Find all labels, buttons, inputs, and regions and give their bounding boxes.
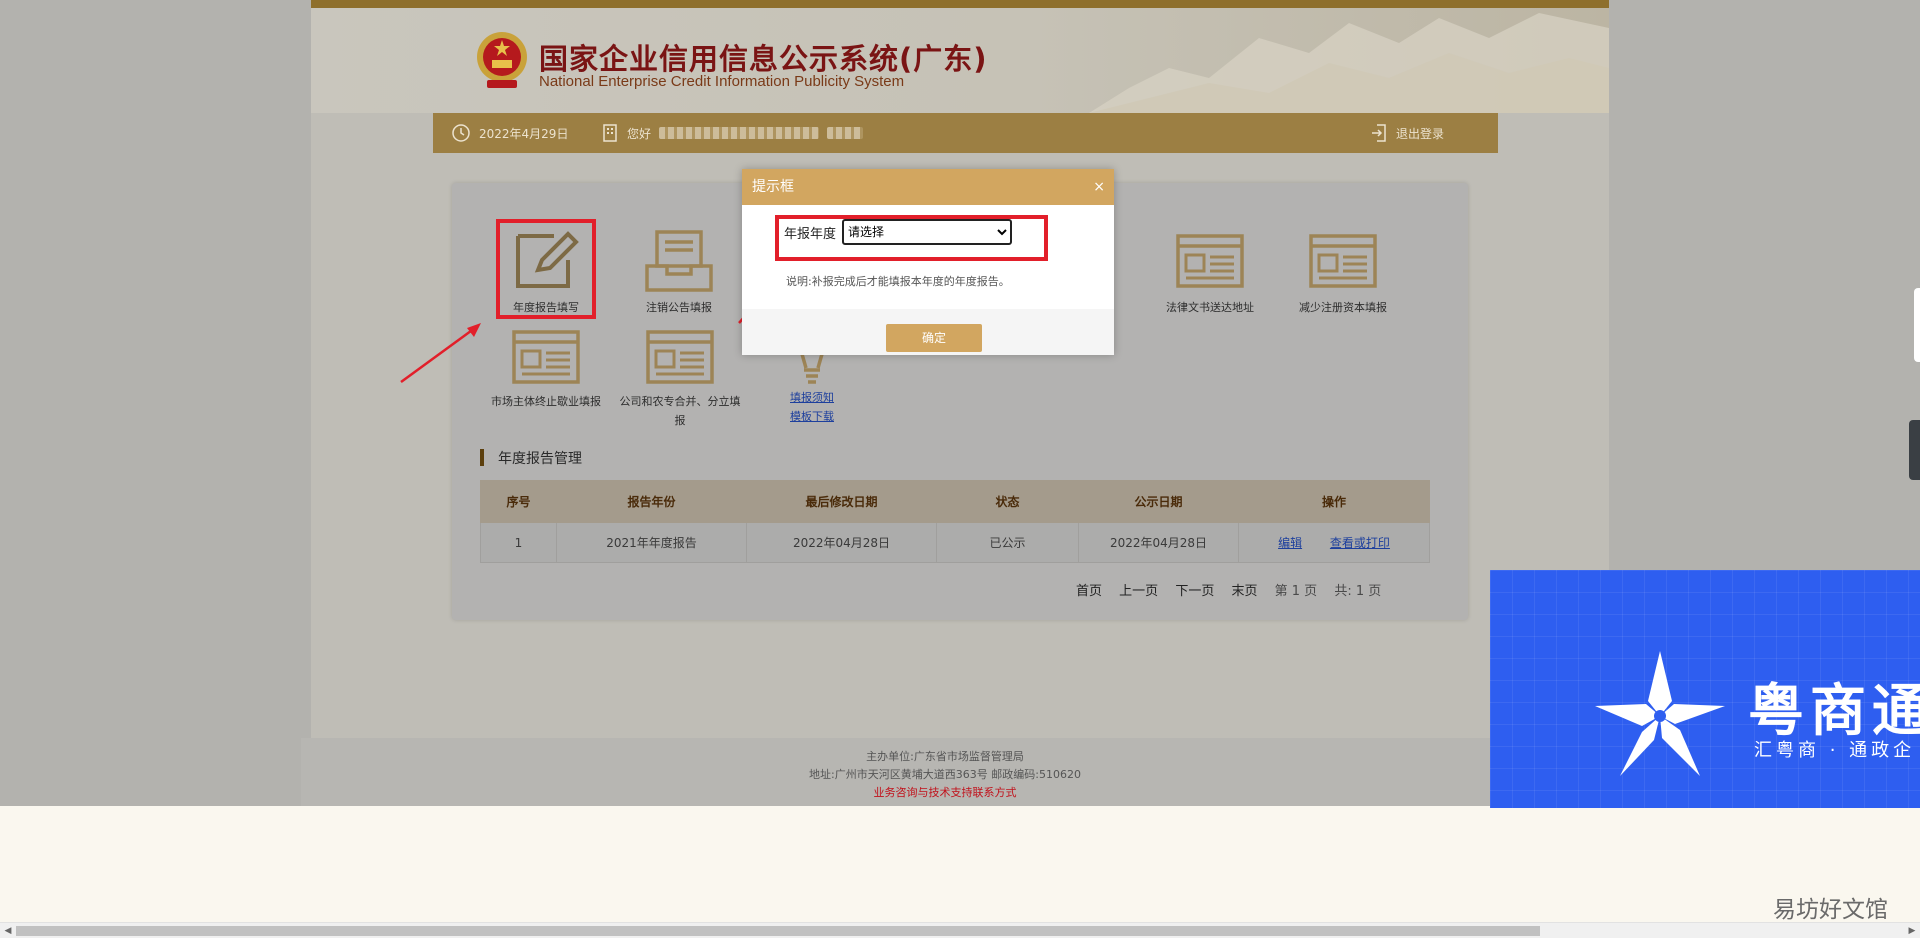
user-greeting: 您好	[601, 113, 864, 153]
first-page-link[interactable]: 首页	[1076, 584, 1102, 599]
tile-label: 公司和农专合并、分立填报	[619, 395, 741, 427]
scroll-right-icon[interactable]: ▶	[1904, 923, 1920, 938]
confirm-button[interactable]: 确定	[886, 324, 982, 352]
watermark-text: 易坊好文馆	[1773, 897, 1888, 923]
tile-market-termination[interactable]: 市场主体终止歇业填报	[486, 328, 606, 411]
building-icon	[603, 124, 617, 142]
footer-sponsor: 主办单位:广东省市场监督管理局	[866, 750, 1024, 763]
instructions-link[interactable]: 填报须知	[752, 388, 872, 407]
annual-report-table: 序号 报告年份 最后修改日期 状态 公示日期 操作 1 2021年年度报告 20…	[480, 480, 1430, 563]
view-print-link[interactable]: 查看或打印	[1330, 536, 1390, 550]
logout-icon	[1372, 124, 1386, 142]
top-strip	[311, 0, 1609, 8]
scroll-left-icon[interactable]: ◀	[0, 923, 16, 938]
logout-label: 退出登录	[1396, 126, 1445, 141]
document-list-icon	[512, 330, 580, 384]
clock-icon	[452, 124, 470, 142]
tile-label: 市场主体终止歇业填报	[491, 395, 601, 408]
page-info: 第 1 页	[1274, 584, 1318, 599]
redacted-company-name	[659, 127, 820, 139]
tile-legal-doc-address[interactable]: 法律文书送达地址	[1150, 228, 1270, 317]
annotation-highlight-box	[775, 215, 1048, 261]
dialog-note: 说明:补报完成后才能填报本年度的年度报告。	[786, 275, 1010, 288]
cell-status: 已公示	[936, 522, 1079, 563]
cell-seq: 1	[480, 522, 557, 563]
pagination: 首页 上一页 下一页 末页 第 1 页 共: 1 页	[1076, 580, 1394, 599]
col-header: 报告年份	[556, 480, 747, 523]
cell-actions: 编辑 查看或打印	[1238, 522, 1430, 563]
edit-link[interactable]: 编辑	[1278, 536, 1302, 550]
dialog-title: 提示框	[752, 179, 794, 195]
cell-year: 2021年年度报告	[556, 522, 747, 563]
site-subtitle: National Enterprise Credit Information P…	[539, 73, 905, 90]
tile-label: 减少注册资本填报	[1299, 301, 1387, 314]
col-header: 序号	[480, 480, 557, 523]
ad-slogan: 汇粤商 · 通政企	[1754, 740, 1916, 761]
ad-brand: 粤商通	[1748, 679, 1920, 744]
last-page-link[interactable]: 末页	[1231, 584, 1257, 599]
side-badge[interactable]	[1909, 420, 1920, 480]
current-date: 2022年4月29日	[479, 126, 569, 141]
prev-page-link[interactable]: 上一页	[1119, 584, 1158, 599]
col-header: 公示日期	[1078, 480, 1239, 523]
col-header: 最后修改日期	[746, 480, 937, 523]
annotation-arrow	[400, 323, 481, 384]
tile-label: 注销公告填报	[646, 301, 712, 314]
scrollbar-thumb[interactable]	[16, 926, 1540, 936]
next-page-link[interactable]: 下一页	[1175, 584, 1214, 599]
site-footer: 主办单位:广东省市场监督管理局 地址:广州市天河区黄埔大道西363号 邮政编码:…	[301, 738, 1589, 806]
tile-label: 法律文书送达地址	[1166, 301, 1254, 314]
section-title: 年度报告管理	[480, 448, 582, 468]
date-display: 2022年4月29日	[451, 113, 568, 153]
table-header-row: 序号 报告年份 最后修改日期 状态 公示日期 操作	[480, 480, 1430, 523]
ad-banner[interactable]: 粤商通 汇粤商 · 通政企	[1490, 570, 1920, 808]
template-download-link[interactable]: 模板下载	[752, 407, 872, 426]
table-row: 1 2021年年度报告 2022年04月28日 已公示 2022年04月28日 …	[480, 522, 1430, 563]
star-logo-icon	[1595, 651, 1725, 776]
dialog-header: 提示框 ×	[742, 169, 1114, 205]
user-nav-bar: 2022年4月29日 您好 退出登录	[433, 113, 1498, 153]
tile-reduce-capital[interactable]: 减少注册资本填报	[1283, 228, 1403, 317]
document-list-icon	[646, 330, 714, 384]
annotation-highlight-box	[496, 219, 596, 319]
national-emblem-icon	[477, 32, 527, 88]
inbox-tray-icon	[645, 230, 713, 292]
col-header: 操作	[1238, 480, 1430, 523]
mountain-decoration	[1089, 13, 1609, 113]
tile-cancellation-notice[interactable]: 注销公告填报	[619, 228, 739, 317]
site-title: 国家企业信用信息公示系统(广东)	[539, 42, 988, 76]
redacted-user-name	[827, 127, 864, 139]
footer-contact-link[interactable]: 业务咨询与技术支持联系方式	[301, 784, 1589, 802]
cell-modified: 2022年04月28日	[746, 522, 937, 563]
document-list-icon	[1309, 234, 1377, 288]
close-icon[interactable]: ×	[1093, 169, 1105, 205]
greeting-text: 您好	[627, 126, 652, 141]
prompt-dialog: 提示框 × 年报年度 请选择 说明:补报完成后才能填报本年度的年度报告。 确定	[742, 169, 1114, 355]
side-tab[interactable]	[1914, 288, 1920, 362]
total-info: 共: 1 页	[1334, 584, 1382, 599]
tile-merger-division[interactable]: 公司和农专合并、分立填报	[619, 328, 741, 430]
footer-address: 地址:广州市天河区黄埔大道西363号 邮政编码:510620	[809, 768, 1081, 781]
document-list-icon	[1176, 234, 1244, 288]
horizontal-scrollbar[interactable]: ◀ ▶	[0, 922, 1920, 938]
col-header: 状态	[936, 480, 1079, 523]
logout-button[interactable]: 退出登录	[1370, 113, 1444, 153]
cell-published: 2022年04月28日	[1078, 522, 1239, 563]
site-header: 国家企业信用信息公示系统(广东) National Enterprise Cre…	[311, 8, 1609, 113]
